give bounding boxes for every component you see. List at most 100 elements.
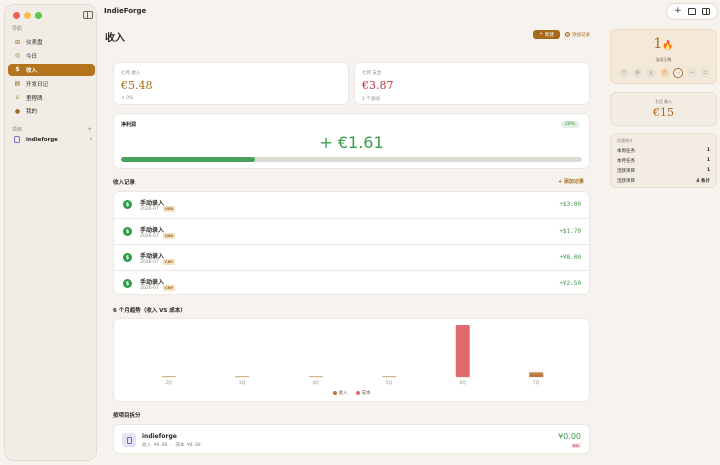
stat-row: 活跃项目 4 条计 [617,178,710,184]
bar-baseline [308,376,323,378]
page-title: 收入 [105,33,125,44]
net-profit-label: 净利润 [121,122,137,128]
sidebar-nav: ⊞ 仪表盘 ◎ 今日 $ 收入 ▤ 开发日记 ♕ 里程碑 ● 我的 [8,36,95,119]
stat-value: 1 [706,148,710,153]
app-window: 导航 ⊞ 仪表盘 ◎ 今日 $ 收入 ▤ 开发日记 ♕ 里程碑 ● 我的 项目 … [0,0,720,465]
grid-icon: ⊞ [14,38,21,46]
book-icon: ▤ [14,80,21,88]
inspector-toggle-icon[interactable] [701,8,710,15]
check-circle-icon: ◎ [14,52,21,60]
record-date: 2026-07 [140,286,159,291]
income-card: 七月 收入 €5.48 ↗ 0% [113,62,349,105]
sidebar: 导航 ⊞ 仪表盘 ◎ 今日 $ 收入 ▤ 开发日记 ♕ 里程碑 ● 我的 项目 … [4,4,97,461]
x-tick-label: 3月 [239,380,246,385]
add-record-button[interactable]: + 添加记录 [565,30,590,39]
zoom-window-button[interactable] [35,12,42,19]
money-icon: $ [123,253,132,262]
folder-add-icon[interactable] [687,8,696,15]
list-item[interactable]: $ 手动录入 2026-07 USD +$3.00 [114,192,589,218]
record-amount: +¥2.50 [559,280,581,287]
chevron-right-icon: › [89,136,92,143]
record-date: 2026-07 [140,260,159,265]
bar-baseline [382,376,397,378]
expense-card: 七月 支出 €3.87 1 个滚动 [354,62,590,105]
money-icon: $ [123,227,132,236]
record-title: 手动录入 [140,253,165,260]
sidebar-item-devlog[interactable]: ▤ 开发日记 [8,78,95,90]
stat-value: 1 [706,168,710,173]
expense-value: €3.87 [362,79,394,92]
records-list: $ 手动录入 2026-07 USD +$3.00 $ 手动录入 2026-07… [113,191,590,295]
record-title: 手动录入 [140,200,165,207]
project-card[interactable]: indieforge 收入 ¥0.00 · 成本 ¥0.00 ¥0.00 0% [113,424,590,454]
sidebar-project-indieforge[interactable]: indieforge › [8,134,95,145]
add-project-button[interactable]: + [87,126,92,133]
sidebar-item-milestones[interactable]: ♕ 里程碑 [8,92,95,104]
sidebar-item-profile[interactable]: ● 我的 [8,105,95,117]
legend-swatch [332,391,337,395]
project-name: indieforge [142,433,177,440]
minimize-window-button[interactable] [24,12,31,19]
dollar-icon: $ [15,66,20,74]
project-breakdown-heading: 按项目拆分 [113,413,141,419]
quick-stats-title: 快速统计 [617,138,633,143]
sidebar-item-label: 收入 [26,67,38,74]
streak-day: 六 [659,68,670,78]
new-button[interactable]: + 新建 [533,30,560,39]
stat-row: 本月任务 1 [617,158,710,164]
list-item[interactable]: $ 手动录入 2026-07 CNY +¥8.00 [114,244,589,270]
quick-stats-card: 快速统计 本周任务 1 本月任务 1 活跃项目 1 活跃项目 4 条计 [610,133,717,188]
trend-chart: 2月 3月 4月 5月 6月 7月 [161,325,544,385]
toolbar: + [666,3,718,20]
income-label: 七月 收入 [121,71,141,76]
stat-label: 活跃项目 [617,179,635,184]
x-tick-label: 6月 [459,380,466,385]
expense-sub: 1 个滚动 [362,97,380,102]
bar-baseline [161,376,176,378]
stat-value: 1 [706,158,710,163]
x-tick-label: 7月 [533,380,540,385]
stat-value: 4 条计 [696,179,710,184]
sidebar-item-income[interactable]: $ 收入 [8,63,95,76]
project-summary: 收入 ¥0.00 · 成本 ¥0.00 [142,443,201,448]
plus-icon: + [539,32,543,37]
sidebar-item-dashboard[interactable]: ⊞ 仪表盘 [8,36,95,48]
stat-label: 本月任务 [617,159,635,164]
streak-label: 连续天数 [655,57,672,62]
phone-icon [122,433,136,447]
money-icon: $ [123,200,132,209]
list-item[interactable]: $ 手动录入 2026-07 CNY +¥2.50 [114,270,589,296]
record-title: 手动录入 [140,227,165,234]
project-name: indieforge [26,136,58,143]
sidebar-item-label: 里程碑 [26,95,43,102]
close-window-button[interactable] [13,12,20,19]
sidebar-item-label: 仪表盘 [26,40,43,46]
records-add-button[interactable]: + 添加记录 [558,178,584,185]
net-profit-progress-fill [121,157,255,162]
section-label-nav: 导航 [12,26,23,32]
monthly-income-value: €15 [653,106,674,119]
add-button[interactable]: + [674,7,682,16]
record-date: 2026-07 [140,234,159,239]
streak-value: 1🔥 [611,36,716,52]
sidebar-toggle-icon[interactable] [83,11,93,19]
monthly-income-card: 七月 收入 €15 [610,92,717,126]
bar-income [529,372,544,377]
money-icon: $ [123,279,132,288]
section-label-projects: 项目 [12,127,23,133]
legend-label: 成本 [361,391,371,396]
sidebar-item-today[interactable]: ◎ 今日 [8,50,95,62]
phone-icon [14,136,20,143]
net-profit-card: 净利润 29% + €1.61 [113,113,590,169]
legend-item-cost: 成本 [355,390,371,396]
currency-badge: USD [163,233,176,239]
sidebar-item-label: 开发日记 [26,81,49,88]
sidebar-item-label: 我的 [26,109,38,116]
x-tick-label: 2月 [165,380,172,385]
project-value: ¥0.00 [558,432,581,441]
list-item[interactable]: $ 手动录入 2026-07 USD +$1.70 [114,218,589,244]
stat-row: 本周任务 1 [617,148,710,154]
streak-day: 二 [700,68,710,78]
streak-number: 1 [653,36,663,52]
records-heading: 收入记录 [113,180,136,186]
